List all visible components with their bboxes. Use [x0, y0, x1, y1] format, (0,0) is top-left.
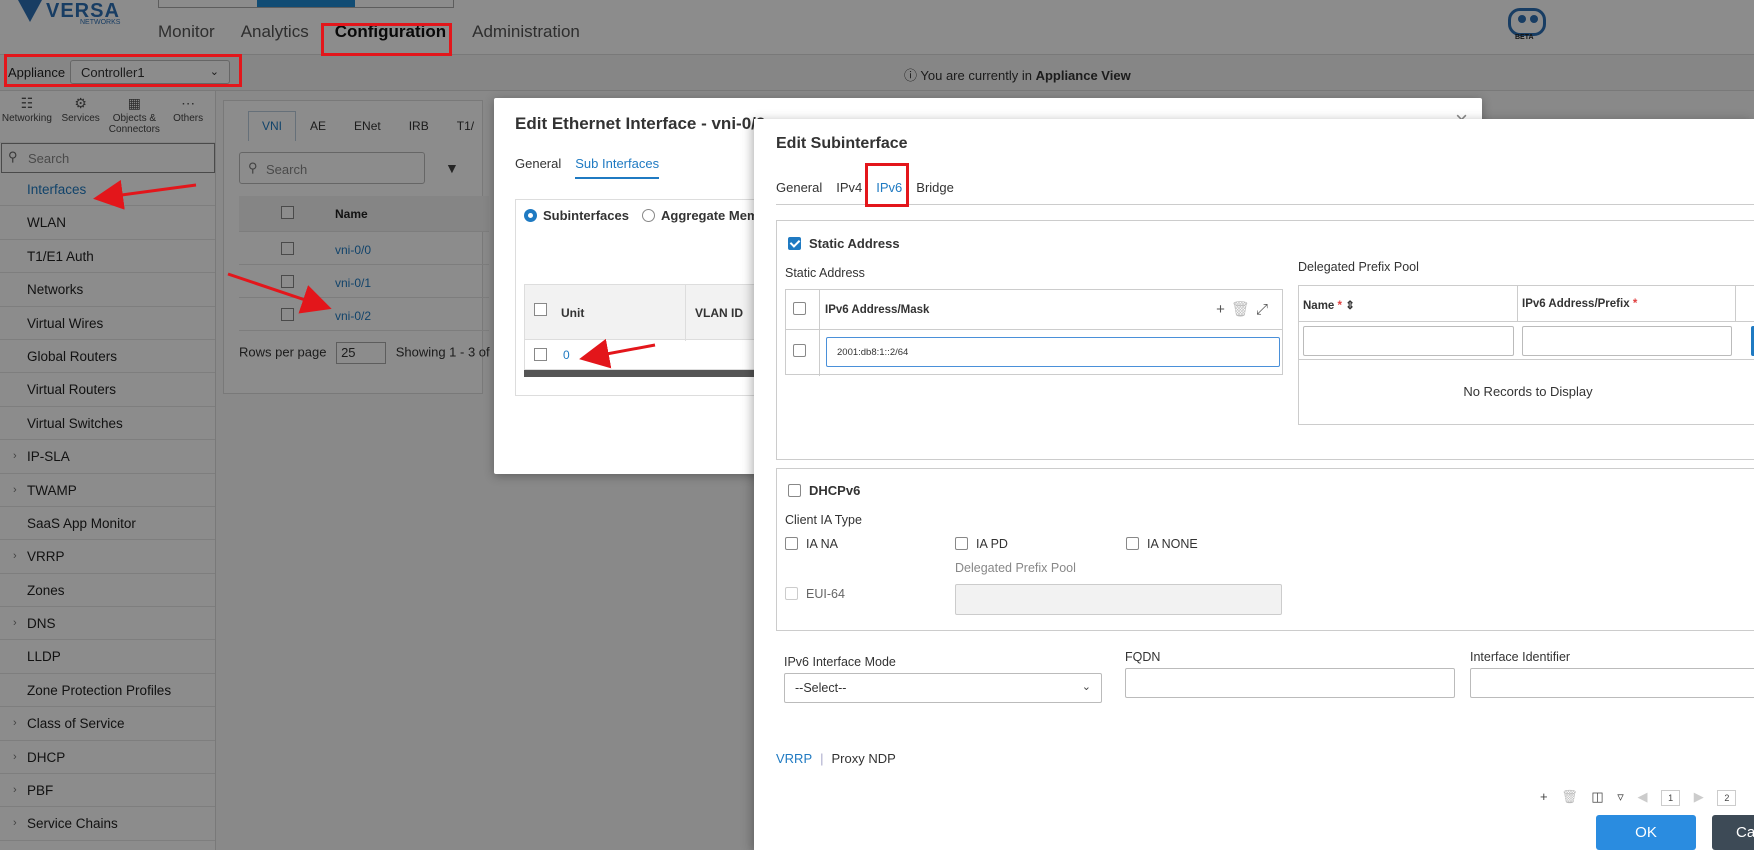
table-toolbar: + 🗑 ◫ ▿ ◀ 1 ▶ 2 [1540, 789, 1746, 806]
fqdn-input[interactable] [1125, 668, 1455, 698]
next-page-icon[interactable]: ▶ [1694, 789, 1704, 805]
chevron-down-icon: ⌄ [1081, 681, 1091, 693]
ipv6-interface-mode-select[interactable]: --Select-- ⌄ [784, 673, 1102, 703]
radio-aggregate-members[interactable]: Aggregate Mem [642, 208, 759, 223]
highlight-ipv6-tab [865, 163, 909, 207]
pool-name-input[interactable] [1303, 326, 1514, 356]
row-checkbox[interactable] [534, 348, 547, 361]
dhcpv6-section: DHCPv6 Client IA Type IA NA IA PD IA NON… [776, 468, 1754, 631]
prev-page-icon[interactable]: ◀ [1637, 789, 1647, 805]
dhcpv6-toggle[interactable]: DHCPv6 [788, 483, 860, 498]
row-checkbox[interactable] [793, 344, 806, 357]
tab-general[interactable]: General [515, 156, 561, 179]
page-size[interactable]: 2 [1717, 790, 1737, 806]
tab-ipv4[interactable]: IPv4 [836, 180, 862, 200]
filter-icon[interactable]: ▿ [1617, 789, 1624, 805]
sort-icon[interactable]: ⇕ [1345, 300, 1355, 312]
table-row [786, 330, 1282, 374]
modal-title: Edit Ethernet Interface - vni-0/2 [515, 114, 766, 133]
trash-icon[interactable]: 🗑 [1231, 301, 1256, 318]
static-address-table: IPv6 Address/Mask +🗑⤢ [785, 289, 1283, 376]
static-address-section: Static Address Static Address IPv6 Addre… [776, 220, 1754, 460]
select-all-checkbox[interactable] [793, 302, 806, 315]
add-icon[interactable]: + [1216, 301, 1231, 318]
new-row [1299, 322, 1754, 360]
option-ia-none[interactable]: IA NONE [1126, 537, 1198, 551]
section-links: VRRP | Proxy NDP [776, 751, 896, 766]
cancel-button[interactable]: Ca [1712, 815, 1754, 850]
highlight-configuration [321, 23, 452, 56]
delegated-prefix-pool-table: Name * ⇕ IPv6 Address/Prefix * No Record… [1298, 285, 1754, 425]
tab-sub-interfaces[interactable]: Sub Interfaces [575, 156, 660, 179]
radio-subinterfaces[interactable]: Subinterfaces [524, 208, 629, 223]
empty-state: No Records to Display [1463, 384, 1593, 399]
highlight-appliance [4, 54, 242, 87]
select-all-checkbox[interactable] [534, 303, 547, 316]
static-address-checkbox[interactable] [788, 237, 801, 250]
columns-icon[interactable]: ◫ [1591, 789, 1603, 805]
link-proxy-ndp[interactable]: Proxy NDP [832, 751, 896, 766]
pool-prefix-input[interactable] [1522, 326, 1732, 356]
add-icon[interactable]: + [1540, 789, 1548, 804]
unit-link[interactable]: 0 [563, 348, 570, 362]
modal-title: Edit Subinterface [776, 135, 908, 152]
link-vrrp[interactable]: VRRP [776, 751, 812, 766]
tab-general[interactable]: General [776, 180, 822, 200]
table-header: Name * ⇕ IPv6 Address/Prefix * [1299, 286, 1754, 322]
page-number: 1 [1661, 790, 1681, 806]
eth-modal-tabs: General Sub Interfaces [515, 156, 673, 179]
delegated-prefix-pool-input [955, 584, 1282, 615]
expand-icon[interactable]: ⤢ [1256, 301, 1274, 318]
interface-identifier-input[interactable] [1470, 668, 1754, 698]
tab-bridge[interactable]: Bridge [916, 180, 954, 200]
option-eui64[interactable]: EUI-64 [785, 587, 845, 601]
table-header: IPv6 Address/Mask +🗑⤢ [786, 290, 1282, 376]
ok-button[interactable]: OK [1596, 815, 1696, 850]
ipv6-address-input[interactable] [826, 337, 1280, 367]
dhcpv6-checkbox[interactable] [788, 484, 801, 497]
static-address-toggle[interactable]: Static Address [788, 236, 900, 251]
trash-icon[interactable]: 🗑 [1561, 789, 1578, 805]
option-ia-pd[interactable]: IA PD [955, 537, 1008, 551]
option-ia-na[interactable]: IA NA [785, 537, 838, 551]
edit-subinterface-modal: Edit Subinterface General IPv4 IPv6 Brid… [754, 119, 1754, 850]
